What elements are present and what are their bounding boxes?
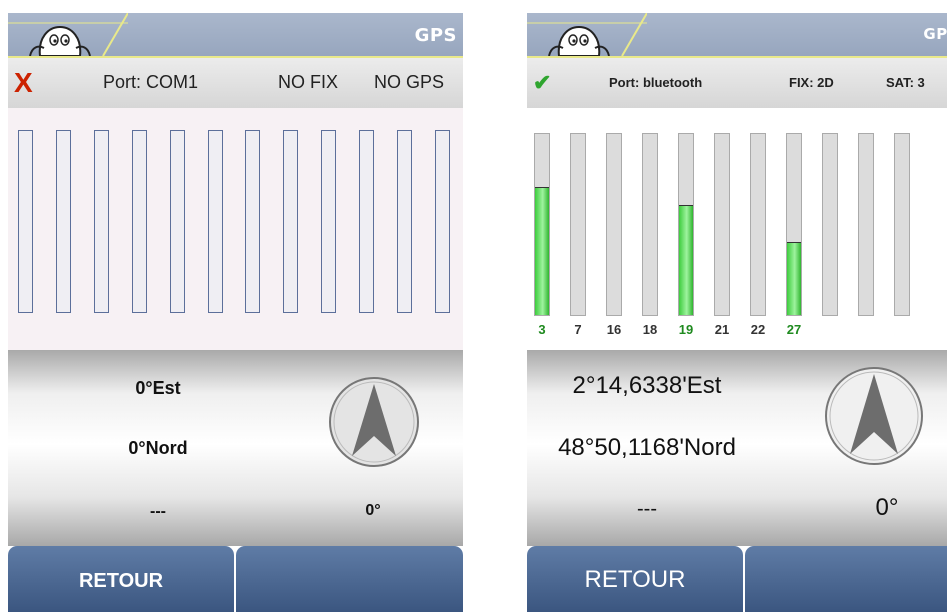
satellite-signal-bar: [18, 130, 33, 313]
satellite-signal-bar: [534, 133, 550, 316]
altitude-value: ---: [150, 503, 166, 520]
satellite-signal-bar: [434, 130, 450, 313]
altitude-value: ---: [637, 498, 657, 520]
satellite-signal-panel: [527, 108, 947, 350]
back-button-label: RETOUR: [584, 566, 686, 593]
status-bar: ✔ Port: bluetooth FIX: 2D SAT: 3: [527, 58, 947, 108]
satellite-id-label: 27: [786, 322, 802, 337]
satellite-signal-bar: [750, 133, 766, 316]
title-bar: GPS: [8, 13, 463, 58]
fix-status: FIX: 2D: [789, 75, 834, 90]
satellite-signal-bar: [642, 133, 658, 316]
signal-level-fill: [679, 205, 693, 315]
secondary-button[interactable]: [745, 546, 947, 612]
satellite-id-label: 21: [714, 322, 730, 337]
satellite-id-label: 22: [750, 322, 766, 337]
x-error-icon: X: [14, 67, 33, 98]
heading-value: 0°: [875, 494, 899, 521]
gps-screen-connected: GPS ✔ Port: bluetooth FIX: 2D SAT: 3 2°1…: [527, 13, 947, 612]
satellite-signal-bar: [55, 130, 71, 313]
satellite-id-label: 19: [678, 322, 694, 337]
longitude-value: 2°14,6338'Est: [572, 372, 722, 399]
compass-icon: [329, 377, 419, 467]
back-button[interactable]: RETOUR: [8, 546, 234, 612]
satellite-signal-bar: [858, 133, 874, 316]
satellite-id-label: 16: [606, 322, 622, 337]
satellite-id-label: 3: [538, 322, 546, 337]
back-button-label: RETOUR: [78, 570, 164, 592]
satellite-signal-bar: [786, 133, 802, 316]
secondary-button[interactable]: [236, 546, 463, 612]
satellite-signal-bar: [321, 130, 337, 313]
satellite-signal-bar: [93, 130, 109, 313]
port-label: Port: bluetooth: [609, 75, 703, 90]
satellite-signal-bar: [207, 130, 223, 313]
app-title: GPS: [414, 25, 457, 46]
checkmark-icon: ✔: [533, 70, 552, 95]
satellite-signal-bar: [570, 133, 586, 316]
satellite-signal-bar: [678, 133, 694, 316]
satellite-signal-panel: [8, 108, 463, 350]
satellite-signal-bar: [245, 130, 261, 313]
status-bar: X Port: COM1 NO FIX NO GPS: [8, 58, 463, 108]
port-label: Port: COM1: [103, 72, 199, 92]
satellite-id-label: 18: [642, 322, 658, 337]
sat-status: NO GPS: [374, 72, 445, 92]
fix-status: NO FIX: [278, 72, 339, 92]
compass-icon: [825, 367, 923, 465]
satellite-signal-bar: [283, 130, 299, 313]
title-bar: GPS: [527, 13, 947, 58]
longitude-value: 0°Est: [135, 378, 181, 398]
satellite-signal-bar: [822, 133, 838, 316]
latitude-value: 0°Nord: [128, 438, 188, 458]
satellite-signal-bar: [131, 130, 147, 313]
app-title: GPS: [923, 25, 947, 43]
satellite-signal-bar: [894, 133, 910, 316]
bibendum-logo-icon: [527, 13, 647, 56]
satellite-id-label: 7: [574, 322, 582, 337]
signal-level-fill: [535, 187, 549, 315]
satellite-signal-bar: [397, 130, 412, 313]
signal-level-fill: [787, 241, 801, 315]
bibendum-logo-icon: [8, 13, 128, 56]
sat-status: SAT: 3: [886, 75, 925, 90]
satellite-signal-bar: [169, 130, 185, 313]
latitude-value: 48°50,1168'Nord: [558, 434, 736, 461]
back-button[interactable]: RETOUR: [527, 546, 743, 612]
position-panel: 2°14,6338'Est 48°50,1168'Nord --- 0°: [527, 350, 947, 546]
satellite-signal-bar: [714, 133, 730, 316]
position-panel: 0°Est 0°Nord --- 0°: [8, 350, 463, 546]
satellite-signal-bar: [606, 133, 622, 316]
gps-screen-disconnected: GPS X Port: COM1 NO FIX NO GPS 0°Est 0°N…: [8, 13, 463, 612]
heading-value: 0°: [365, 502, 381, 519]
satellite-signal-bar: [359, 130, 375, 313]
